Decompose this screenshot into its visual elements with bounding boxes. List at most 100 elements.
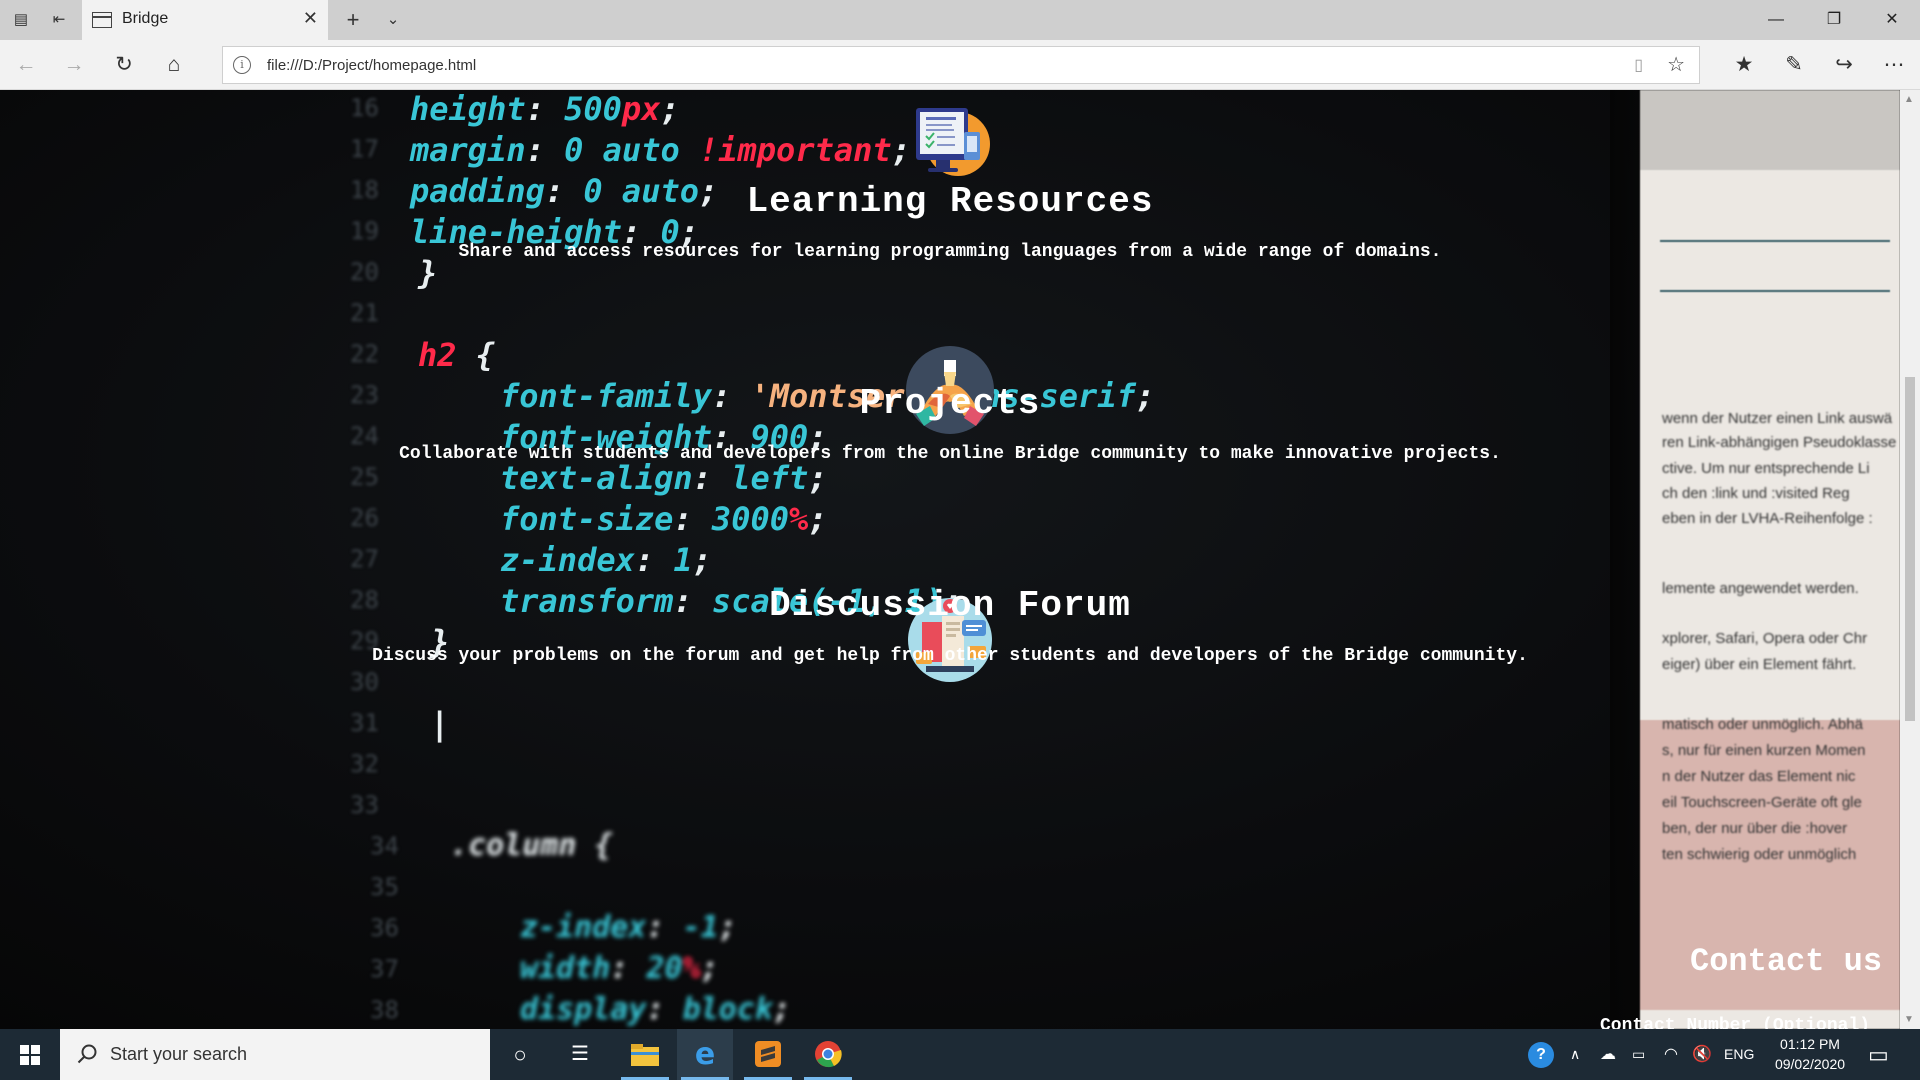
feature-description: Discuss your problems on the forum and g… [372, 646, 1528, 666]
contact-heading: Contact us [1690, 943, 1883, 980]
background-code-line: h2 { [418, 336, 496, 374]
background-document-line: eben in der LVHA-Reihenfolge : [1662, 510, 1873, 527]
background-line-number: 27 [350, 545, 379, 573]
close-tab-icon[interactable]: ✕ [303, 8, 318, 29]
clock-date: 09/02/2020 [1774, 1056, 1846, 1072]
search-placeholder: Start your search [110, 1044, 248, 1064]
share-icon[interactable]: ↪ [1830, 52, 1858, 78]
favorite-star-icon[interactable]: ☆ [1667, 52, 1685, 77]
background-document-line: ch den :link und :visited Reg [1662, 485, 1850, 502]
tab-actions-icon[interactable]: ▤ [8, 8, 34, 32]
background-line-number: 20 [350, 258, 379, 286]
clock-time: 01:12 PM [1780, 1036, 1840, 1052]
background-code-line: height: 500px; [410, 90, 680, 128]
background-document-image: wenn der Nutzer einen Link auswä ren Link… [1640, 90, 1900, 1029]
scroll-down-icon[interactable]: ▼ [1904, 1014, 1914, 1025]
battery-icon[interactable]: ▭ [1632, 1029, 1645, 1080]
cortana-icon[interactable]: ○ [492, 1029, 548, 1080]
start-button[interactable] [0, 1029, 60, 1080]
address-bar[interactable]: i file:///D:/Project/homepage.html ▯ ☆ [222, 46, 1700, 84]
home-icon[interactable]: ⌂ [160, 52, 188, 78]
edge-browser-icon[interactable]: e [677, 1029, 733, 1080]
site-info-icon[interactable]: i [233, 56, 251, 74]
more-menu-icon[interactable]: ⋯ [1880, 52, 1908, 78]
background-code-line: text-align: left; [500, 459, 828, 497]
background-line-number: 17 [350, 135, 379, 163]
background-line-number: 30 [350, 668, 379, 696]
background-line-number: 21 [350, 299, 379, 327]
web-note-pen-icon[interactable]: ✎ [1780, 52, 1808, 78]
page-icon [92, 12, 112, 28]
background-line-number: 32 [350, 750, 379, 778]
page-scrollbar[interactable]: ▲ ▼ [1900, 90, 1920, 1029]
tab-preview-chevron-icon[interactable]: ⌄ [380, 8, 406, 32]
reading-view-icon[interactable]: ▯ [1634, 55, 1643, 75]
help-icon[interactable]: ? [1528, 1029, 1554, 1080]
background-document-line: n der Nutzer das Element nic [1662, 768, 1856, 785]
background-line-number: 37 [370, 955, 399, 983]
tab-title: Bridge [122, 10, 169, 27]
background-code-line: font-size: 3000%; [500, 500, 828, 538]
volume-muted-icon[interactable]: 🔇 [1692, 1029, 1712, 1080]
background-line-number: 35 [370, 873, 399, 901]
scroll-thumb[interactable] [1905, 377, 1915, 721]
background-line-number: 22 [350, 340, 379, 368]
show-hidden-icons-chevron-icon[interactable]: ∧ [1570, 1029, 1580, 1080]
sublime-text-icon[interactable] [740, 1029, 796, 1080]
restore-button[interactable]: ❐ [1814, 8, 1854, 32]
taskbar-search-box[interactable]: Start your search [60, 1029, 490, 1080]
background-line-number: 31 [350, 709, 379, 737]
background-code-line: z-index: 1; [500, 541, 712, 579]
background-line-number: 36 [370, 914, 399, 942]
address-text[interactable]: file:///D:/Project/homepage.html [267, 57, 476, 74]
windows-logo-icon [20, 1045, 40, 1065]
background-document-line: ben, der nur über die :hover [1662, 820, 1848, 837]
notifications-icon[interactable]: ▭ [1868, 1029, 1889, 1080]
chrome-icon[interactable] [800, 1029, 856, 1080]
feature-title: Learning Resources [746, 181, 1154, 222]
feature-title: Discussion Forum [769, 585, 1131, 626]
background-code-line: | [430, 705, 450, 743]
feature-description: Collaborate with students and developers… [399, 444, 1501, 464]
background-line-number: 38 [370, 996, 399, 1024]
search-icon [77, 1044, 97, 1064]
language-indicator[interactable]: ENG [1724, 1029, 1754, 1080]
close-window-button[interactable]: ✕ [1872, 8, 1912, 32]
background-document-line: ten schwierig oder unmöglich [1662, 846, 1857, 863]
task-view-icon[interactable]: ☰ [552, 1029, 608, 1080]
tab-bridge[interactable]: Bridge ✕ [82, 0, 328, 40]
scroll-up-icon[interactable]: ▲ [1904, 94, 1914, 105]
background-code-line: z-index: -1; [520, 910, 737, 945]
background-code-line: .column { [450, 828, 613, 863]
feature-description: Share and access resources for learning … [458, 242, 1442, 262]
learning-resources-icon [916, 108, 990, 176]
back-arrow-icon[interactable]: ← [12, 52, 40, 78]
set-tabs-aside-icon[interactable]: ⇤ [46, 8, 72, 32]
file-explorer-icon[interactable] [617, 1029, 673, 1080]
new-tab-icon[interactable]: + [340, 8, 366, 32]
browser-nav-bar: ← → ↻ ⌂ i file:///D:/Project/homepage.ht… [0, 40, 1920, 90]
background-line-number: 16 [350, 94, 379, 122]
wifi-icon[interactable]: ◠ [1664, 1029, 1678, 1080]
background-line-number: 25 [350, 463, 379, 491]
taskbar-clock[interactable]: 01:12 PM 09/02/2020 [1760, 1034, 1860, 1074]
onedrive-cloud-icon[interactable]: ☁ [1600, 1029, 1616, 1080]
background-document-line: s, nur für einen kurzen Momen [1662, 742, 1866, 759]
background-document-line: xplorer, Safari, Opera oder Chr [1662, 630, 1868, 647]
windows-taskbar: Start your search ○ ☰ e ? ∧ ☁ ▭ ◠ 🔇 ENG … [0, 1029, 1920, 1080]
contact-number-label: Contact Number (Optional) [1600, 1016, 1871, 1029]
background-code-line: display: block; [520, 992, 791, 1027]
minimize-button[interactable]: — [1756, 8, 1796, 32]
background-document-line: eil Touchscreen-Geräte oft gle [1662, 794, 1862, 811]
background-line-number: 26 [350, 504, 379, 532]
feature-title: Projects [859, 383, 1041, 424]
refresh-icon[interactable]: ↻ [110, 52, 138, 78]
page-viewport: 16 height: 500px; 17 margin: 0 auto !import… [0, 90, 1920, 1029]
background-line-number: 33 [350, 791, 379, 819]
forward-arrow-icon[interactable]: → [60, 52, 88, 78]
browser-tab-bar: ▤ ⇤ Bridge ✕ + ⌄ — ❐ ✕ [0, 0, 1920, 40]
favorites-list-icon[interactable]: ★ [1730, 52, 1758, 78]
background-document-line: matisch oder unmöglich. Abhä [1662, 716, 1863, 733]
background-code-line: margin: 0 auto !important; [410, 131, 911, 169]
background-line-number: 34 [370, 832, 399, 860]
